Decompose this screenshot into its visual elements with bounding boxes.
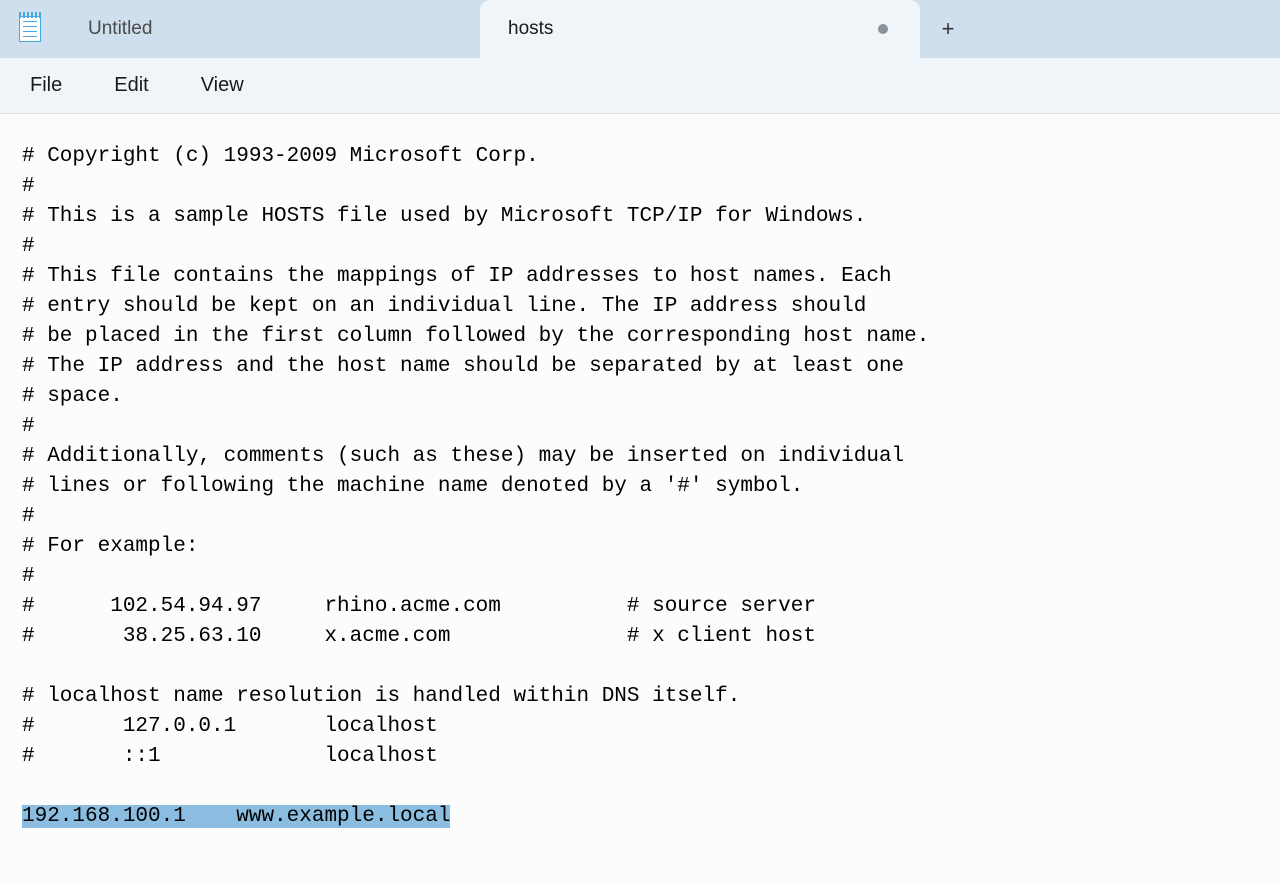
tab-title: hosts bbox=[508, 18, 553, 40]
new-tab-button[interactable]: + bbox=[920, 0, 976, 58]
menu-view[interactable]: View bbox=[181, 66, 264, 105]
editor-line: # 102.54.94.97 rhino.acme.com # source s… bbox=[22, 592, 1280, 622]
plus-icon: + bbox=[942, 16, 955, 42]
editor-line: # 38.25.63.10 x.acme.com # x client host bbox=[22, 622, 1280, 652]
editor-line: # bbox=[22, 232, 1280, 262]
editor-line: # localhost name resolution is handled w… bbox=[22, 682, 1280, 712]
text-selection: 192.168.100.1 www.example.local bbox=[22, 805, 450, 828]
editor-line: # ::1 localhost bbox=[22, 742, 1280, 772]
title-bar: Untitled hosts + bbox=[0, 0, 1280, 58]
editor-line bbox=[22, 772, 1280, 802]
menu-edit[interactable]: Edit bbox=[94, 66, 168, 105]
editor-line-selected: 192.168.100.1 www.example.local bbox=[22, 802, 1280, 832]
menu-bar: File Edit View bbox=[0, 58, 1280, 114]
editor-line: # bbox=[22, 412, 1280, 442]
app-icon-wrap bbox=[0, 0, 60, 58]
editor-line: # This file contains the mappings of IP … bbox=[22, 262, 1280, 292]
editor-line: # entry should be kept on an individual … bbox=[22, 292, 1280, 322]
modified-indicator-icon bbox=[878, 24, 888, 34]
text-editor[interactable]: # Copyright (c) 1993-2009 Microsoft Corp… bbox=[0, 114, 1280, 882]
editor-line: # bbox=[22, 172, 1280, 202]
editor-line: # bbox=[22, 562, 1280, 592]
menu-file[interactable]: File bbox=[10, 66, 82, 105]
notepad-icon bbox=[19, 16, 41, 42]
tab-hosts[interactable]: hosts bbox=[480, 0, 920, 58]
editor-line bbox=[22, 652, 1280, 682]
editor-line: # This is a sample HOSTS file used by Mi… bbox=[22, 202, 1280, 232]
editor-line: # lines or following the machine name de… bbox=[22, 472, 1280, 502]
editor-line: # 127.0.0.1 localhost bbox=[22, 712, 1280, 742]
editor-line: # Additionally, comments (such as these)… bbox=[22, 442, 1280, 472]
tab-untitled[interactable]: Untitled bbox=[60, 0, 480, 58]
editor-line: # The IP address and the host name shoul… bbox=[22, 352, 1280, 382]
editor-line: # For example: bbox=[22, 532, 1280, 562]
editor-line: # bbox=[22, 502, 1280, 532]
editor-line: # be placed in the first column followed… bbox=[22, 322, 1280, 352]
tab-title: Untitled bbox=[88, 18, 152, 40]
editor-line: # space. bbox=[22, 382, 1280, 412]
editor-line: # Copyright (c) 1993-2009 Microsoft Corp… bbox=[22, 142, 1280, 172]
